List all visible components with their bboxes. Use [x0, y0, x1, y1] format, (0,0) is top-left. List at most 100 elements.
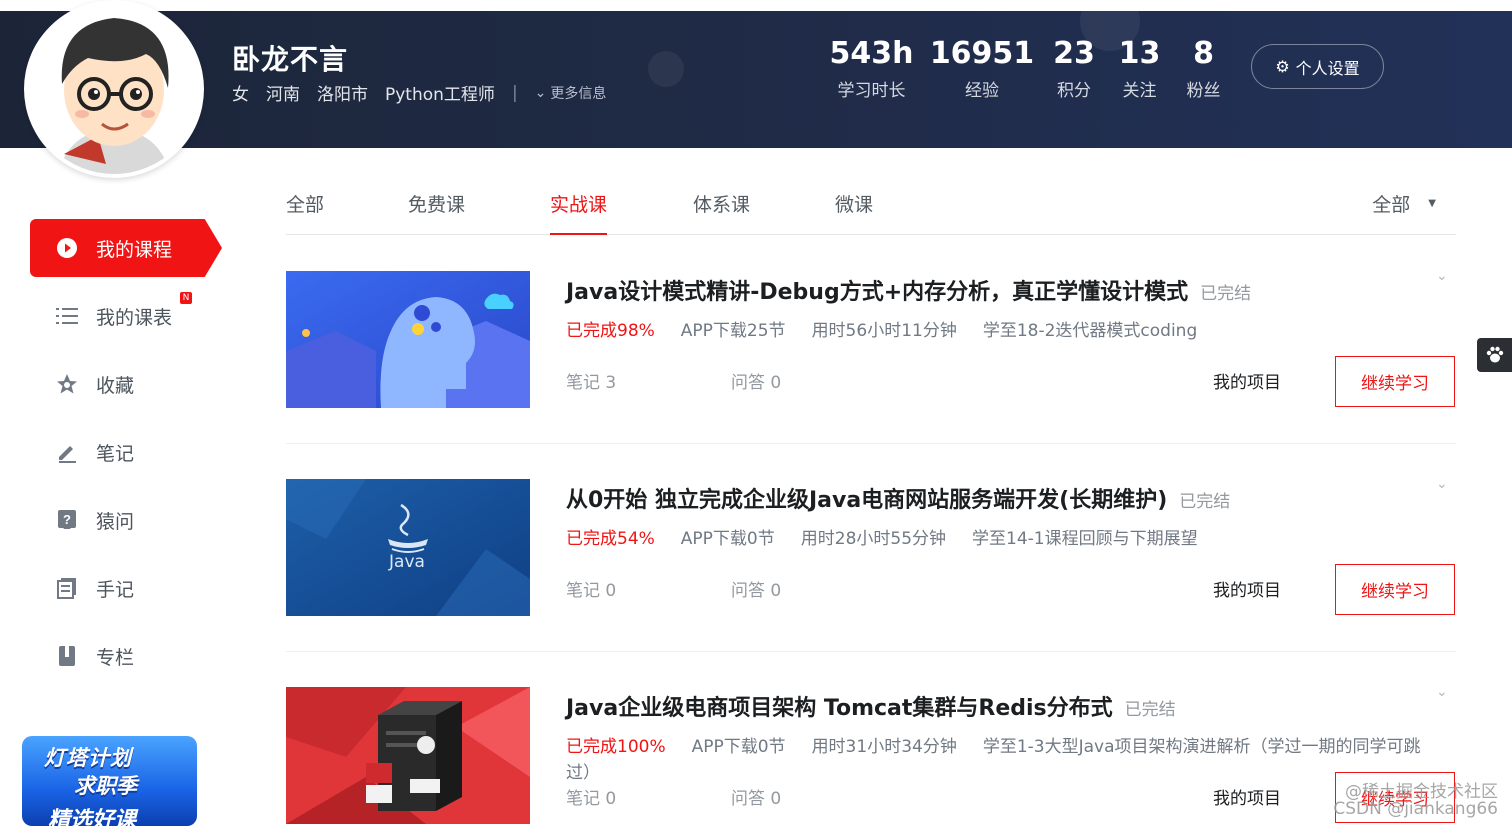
promo-banner[interactable]: 灯塔计划 求职季 精选好课	[22, 736, 197, 826]
promo-line1: 灯塔计划	[44, 746, 132, 770]
stat-followers[interactable]: 8 粉丝	[1172, 35, 1235, 101]
course-notes-count[interactable]: 笔记 3	[566, 373, 616, 393]
course-qa-count[interactable]: 问答 0	[731, 784, 781, 809]
course-meta: 已完成54% APP下载0节 用时28小时55分钟 学至14-1课程回顾与下期展望	[566, 526, 1436, 552]
sidebar-item-notes[interactable]: 笔记	[30, 423, 222, 481]
continue-learning-button[interactable]: 继续学习	[1335, 564, 1455, 615]
course-app-download: APP下载0节	[680, 529, 775, 549]
sidebar-item-my-courses[interactable]: 我的课程	[30, 219, 222, 277]
sidebar-item-label: 我的课程	[96, 238, 173, 261]
sidebar-item-label: 手记	[96, 578, 135, 601]
notebook-icon	[54, 577, 80, 599]
chevron-down-icon[interactable]: ⌄	[1436, 476, 1448, 492]
column-icon	[54, 645, 80, 667]
course-progress: 已完成54%	[566, 529, 655, 549]
course-title[interactable]: Java设计模式精讲-Debug方式+内存分析，真正学懂设计模式 已完结	[566, 274, 1251, 306]
stat-points[interactable]: 23 积分	[1041, 35, 1107, 101]
course-meta: 已完成100% APP下载0节 用时31小时34分钟 学至1-3大型Java项目架构演…	[566, 734, 1436, 786]
course-time-used: 用时31小时34分钟	[811, 737, 957, 757]
tab-all[interactable]: 全部	[286, 190, 324, 235]
avatar[interactable]	[24, 0, 204, 178]
course-tabs: 全部 免费课 实战课 体系课 微课 全部 ▼	[286, 188, 1456, 235]
chevron-down-icon[interactable]: ⌄	[1436, 684, 1448, 700]
stat-experience: 16951 经验	[923, 35, 1041, 101]
sidebar-item-label: 收藏	[96, 374, 135, 397]
more-info-toggle[interactable]: ⌄ 更多信息	[535, 83, 607, 103]
course-qa-count[interactable]: 问答 0	[731, 576, 781, 601]
stat-study-time: 543h 学习时长	[820, 35, 923, 101]
banner-decoration	[648, 51, 684, 87]
course-footer: 笔记 3 问答 0	[566, 368, 781, 393]
sidebar-item-my-schedule[interactable]: 我的课表 N	[30, 287, 222, 345]
stat-label: 关注	[1122, 81, 1157, 101]
sidebar-item-questions[interactable]: ? 猿问	[30, 491, 222, 549]
course-thumbnail[interactable]	[286, 271, 530, 408]
course-thumbnail[interactable]: Java	[286, 479, 530, 616]
course-meta: 已完成98% APP下载25节 用时56小时11分钟 学至18-2迭代器模式codin…	[566, 318, 1436, 344]
course-footer: 笔记 0 问答 0	[566, 576, 781, 601]
svg-text:?: ?	[63, 512, 71, 527]
course-title[interactable]: Java企业级电商项目架构 Tomcat集群与Redis分布式 已完结	[566, 690, 1176, 722]
settings-label: 个人设置	[1295, 58, 1360, 78]
course-learned-to[interactable]: 学至14-1课程回顾与下期展望	[972, 529, 1198, 549]
stat-value: 543h	[829, 36, 914, 71]
avatar-illustration	[28, 4, 200, 174]
user-gender: 女	[232, 85, 249, 105]
stat-value: 16951	[929, 36, 1035, 71]
sidebar-item-label: 专栏	[96, 646, 135, 669]
course-time-used: 用时28小时55分钟	[800, 529, 947, 549]
course-title-text: Java企业级电商项目架构 Tomcat集群与Redis分布式	[566, 696, 1113, 721]
gear-icon: ⚙	[1275, 57, 1290, 76]
stat-label: 经验	[965, 81, 999, 101]
settings-button[interactable]: ⚙ 个人设置	[1251, 44, 1384, 89]
star-icon	[54, 372, 80, 396]
my-project-link[interactable]: 我的项目	[1213, 368, 1281, 393]
tab-free[interactable]: 免费课	[408, 190, 465, 235]
continue-learning-button[interactable]: 继续学习	[1335, 356, 1455, 407]
status-filter-dropdown[interactable]: 全部 ▼	[1372, 190, 1436, 217]
sidebar-item-columns[interactable]: 专栏	[30, 627, 222, 685]
tab-micro[interactable]: 微课	[835, 190, 873, 235]
chevron-down-icon[interactable]: ⌄	[1436, 268, 1448, 284]
chevron-down-icon: ⌄	[534, 84, 547, 101]
stat-label: 学习时长	[837, 81, 906, 101]
paw-icon[interactable]	[1477, 338, 1512, 372]
play-circle-icon	[54, 237, 80, 259]
my-project-link[interactable]: 我的项目	[1213, 576, 1281, 601]
tab-system[interactable]: 体系课	[693, 190, 750, 235]
sidebar-item-articles[interactable]: 手记	[30, 559, 222, 617]
sidebar-item-favorites[interactable]: 收藏	[30, 355, 222, 413]
promo-line2: 求职季	[74, 774, 137, 798]
more-info-label: 更多信息	[550, 85, 607, 102]
stat-following[interactable]: 13 关注	[1107, 35, 1172, 101]
java-logo-text: Java	[388, 552, 425, 572]
my-project-link[interactable]: 我的项目	[1213, 784, 1281, 809]
pen-icon	[54, 441, 80, 463]
user-province: 河南	[266, 85, 300, 105]
course-title-text: 从0开始 独立完成企业级Java电商网站服务端开发(长期维护)	[566, 488, 1168, 513]
stat-value: 13	[1118, 36, 1161, 71]
user-name: 卧龙不言	[232, 43, 349, 76]
sidebar-item-label: 我的课表	[96, 306, 173, 329]
user-info: 女 河南 洛阳市 Python工程师 | ⌄ 更多信息	[232, 80, 607, 106]
profile-banner: 卧龙不言 女 河南 洛阳市 Python工程师 | ⌄ 更多信息 543h 学习…	[0, 11, 1512, 148]
stat-label: 积分	[1057, 81, 1091, 101]
filter-label: 全部	[1372, 194, 1411, 216]
sidebar-item-label: 猿问	[96, 510, 135, 533]
course-learned-to[interactable]: 学至18-2迭代器模式coding	[983, 321, 1197, 341]
watermark: @稀土掘金技术社区 CSDN @jiankang66	[1333, 784, 1498, 818]
info-separator: |	[511, 82, 518, 103]
course-status: 已完结	[1124, 700, 1176, 720]
course-thumbnail[interactable]	[286, 687, 530, 824]
course-qa-count[interactable]: 问答 0	[731, 368, 781, 393]
course-notes-count[interactable]: 笔记 0	[566, 789, 616, 809]
user-city: 洛阳市	[317, 85, 368, 105]
course-card: Java 从0开始 独立完成企业级Java电商网站服务端开发(长期维护) 已完结 …	[286, 444, 1456, 652]
course-title[interactable]: 从0开始 独立完成企业级Java电商网站服务端开发(长期维护) 已完结	[566, 482, 1230, 514]
course-progress: 已完成100%	[566, 737, 666, 757]
promo-line3: 精选好课	[48, 808, 137, 826]
tab-practical[interactable]: 实战课	[550, 190, 608, 235]
course-notes-count[interactable]: 笔记 0	[566, 581, 616, 601]
course-app-download: APP下载0节	[691, 737, 786, 757]
course-status: 已完结	[1179, 492, 1231, 512]
